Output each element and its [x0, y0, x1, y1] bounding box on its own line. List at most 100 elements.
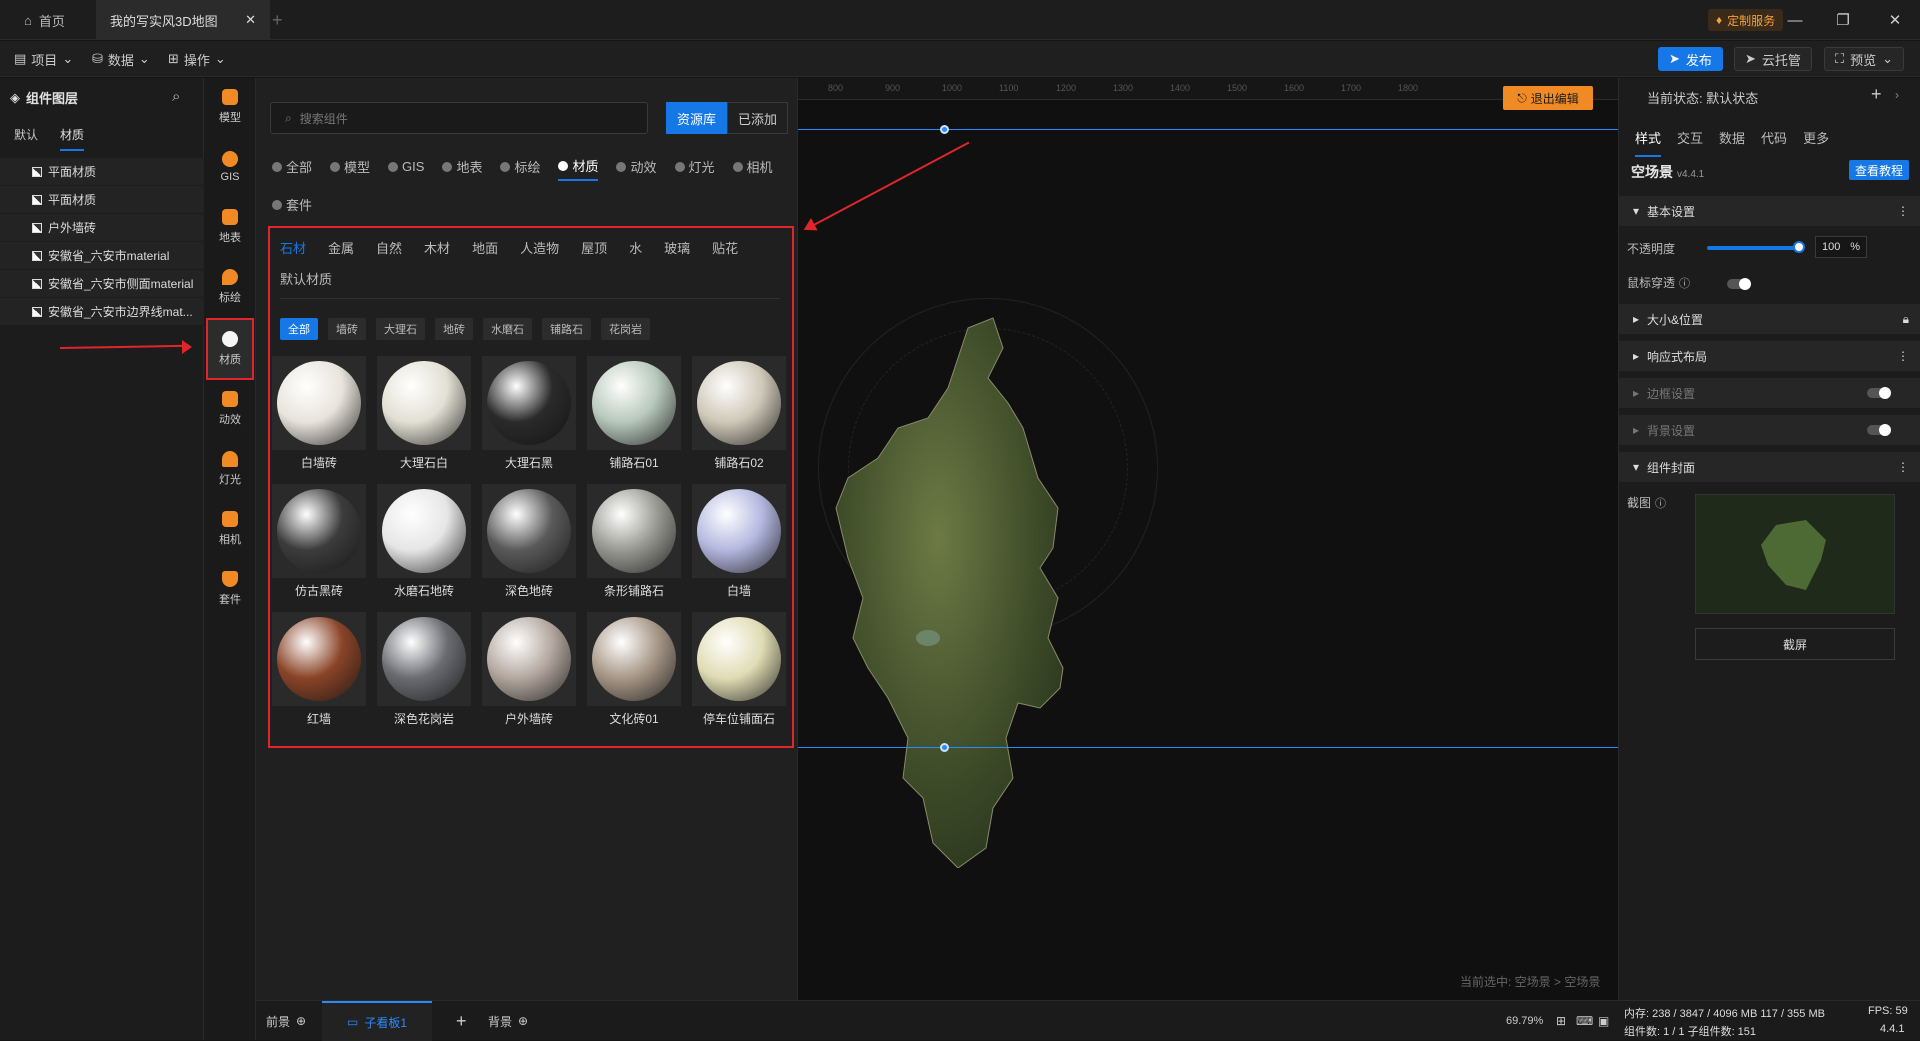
- rail-item-camera[interactable]: 相机: [204, 500, 256, 558]
- subtab-water[interactable]: 水: [629, 238, 642, 257]
- close-tab-icon[interactable]: ✕: [245, 12, 256, 28]
- subtab-metal[interactable]: 金属: [328, 238, 354, 257]
- material-card[interactable]: 仿古黑砖: [272, 484, 366, 602]
- rail-item-kit[interactable]: 套件: [204, 560, 256, 618]
- close-window-icon[interactable]: ✕: [1880, 8, 1910, 32]
- document-tab[interactable]: 我的写实风3D地图 ✕: [96, 0, 270, 40]
- chip-granite[interactable]: 花岗岩: [601, 318, 650, 340]
- subtab-stone[interactable]: 石材: [280, 238, 306, 257]
- preview-button[interactable]: ⛶ 预览 ⌄: [1824, 47, 1905, 71]
- material-card[interactable]: 铺路石01: [587, 356, 681, 474]
- category-light[interactable]: 灯光: [674, 156, 715, 181]
- custom-service-button[interactable]: ♦ 定制服务: [1708, 9, 1784, 31]
- rail-item-terrain[interactable]: 地表: [204, 198, 256, 256]
- operation-menu[interactable]: ⊞ 操作 ⌄: [168, 41, 226, 77]
- more-icon[interactable]: ⋮: [1897, 204, 1909, 218]
- resize-handle[interactable]: [940, 743, 949, 752]
- material-card[interactable]: 条形铺路石: [587, 484, 681, 602]
- subtab-roof[interactable]: 屋顶: [581, 238, 607, 257]
- subtab-default-material[interactable]: 默认材质: [280, 269, 332, 288]
- terminal-icon[interactable]: ▣: [1598, 1001, 1609, 1041]
- section-size-position[interactable]: ▸ 大小&位置 🔒︎: [1619, 304, 1920, 334]
- library-segment[interactable]: 资源库: [666, 102, 728, 134]
- layer-item[interactable]: 平面材质: [0, 158, 204, 186]
- category-gis[interactable]: GIS: [388, 156, 424, 181]
- category-kit[interactable]: 套件: [272, 195, 312, 218]
- category-model[interactable]: 模型: [330, 156, 370, 181]
- scene-canvas[interactable]: 800 900 1000 1100 1200 1300 1400 1500 1600 1700 18…: [798, 78, 1618, 1000]
- chip-wall-tile[interactable]: 墙砖: [328, 318, 366, 340]
- tab-style[interactable]: 样式: [1635, 128, 1662, 157]
- chip-paving-stone[interactable]: 铺路石: [542, 318, 591, 340]
- opacity-slider[interactable]: [1707, 246, 1797, 250]
- more-icon[interactable]: ⋮: [1897, 349, 1909, 363]
- help-icon[interactable]: ⓘ: [1679, 275, 1690, 291]
- opacity-input[interactable]: 100 %: [1815, 236, 1867, 258]
- chip-floor-tile[interactable]: 地砖: [435, 318, 473, 340]
- resize-handle[interactable]: [940, 125, 949, 134]
- help-icon[interactable]: ⓘ: [1655, 495, 1666, 511]
- keyboard-icon[interactable]: ⌨: [1576, 1001, 1593, 1041]
- material-card[interactable]: 水磨石地砖: [377, 484, 471, 602]
- material-card[interactable]: 红墙: [272, 612, 366, 730]
- mouse-through-toggle[interactable]: [1727, 278, 1751, 290]
- chip-marble[interactable]: 大理石: [376, 318, 425, 340]
- add-circle-icon[interactable]: ⊕: [296, 1014, 306, 1028]
- exit-edit-button[interactable]: ⎋ 退出编辑: [1503, 86, 1593, 110]
- background-toggle[interactable]: [1867, 424, 1891, 436]
- screenshot-button[interactable]: 截屏: [1695, 628, 1895, 660]
- material-card[interactable]: 白墙砖: [272, 356, 366, 474]
- category-marker[interactable]: 标绘: [500, 156, 540, 181]
- chip-terrazzo[interactable]: 水磨石: [483, 318, 532, 340]
- tab-more[interactable]: 更多: [1803, 128, 1829, 157]
- fit-screen-icon[interactable]: ⊞: [1556, 1001, 1566, 1041]
- category-camera[interactable]: 相机: [732, 156, 773, 181]
- material-card[interactable]: 大理石黑: [482, 356, 576, 474]
- opacity-slider-knob[interactable]: [1793, 241, 1805, 253]
- layer-item[interactable]: 安徽省_六安市侧面material: [0, 270, 204, 298]
- search-input[interactable]: ⌕ 搜索组件: [270, 102, 648, 134]
- material-card[interactable]: 停车位铺面石: [692, 612, 786, 730]
- layer-item[interactable]: 户外墙砖: [0, 214, 204, 242]
- rail-item-material[interactable]: 材质: [206, 318, 254, 380]
- rail-item-light[interactable]: 灯光: [204, 440, 256, 498]
- category-effect[interactable]: 动效: [616, 156, 657, 181]
- data-menu[interactable]: ⛁ 数据 ⌄: [92, 41, 150, 77]
- material-card[interactable]: 深色地砖: [482, 484, 576, 602]
- add-tab-icon[interactable]: +: [272, 10, 283, 31]
- rail-item-model[interactable]: 模型: [204, 78, 256, 136]
- section-responsive-layout[interactable]: ▸ 响应式布局 ⋮: [1619, 341, 1920, 371]
- rail-item-marker[interactable]: 标绘: [204, 258, 256, 316]
- category-all[interactable]: 全部: [272, 156, 312, 181]
- layer-item[interactable]: 安徽省_六安市material: [0, 242, 204, 270]
- category-material[interactable]: 材质: [558, 156, 599, 181]
- publish-button[interactable]: ➤ 发布: [1658, 47, 1723, 71]
- search-icon[interactable]: ⌕: [172, 88, 180, 105]
- layer-item[interactable]: 平面材质: [0, 186, 204, 214]
- material-card[interactable]: 户外墙砖: [482, 612, 576, 730]
- tab-interaction[interactable]: 交互: [1677, 128, 1703, 157]
- chevron-right-icon[interactable]: ›: [1895, 88, 1899, 102]
- project-menu[interactable]: ▤ 项目 ⌄: [14, 41, 73, 77]
- subtab-wood[interactable]: 木材: [424, 238, 450, 257]
- tab-foreground[interactable]: 前景 ⊕: [266, 1001, 306, 1041]
- subtab-nature[interactable]: 自然: [376, 238, 402, 257]
- lock-icon[interactable]: 🔒︎: [1903, 312, 1909, 327]
- tutorial-button[interactable]: 查看教程: [1849, 160, 1910, 180]
- tab-material[interactable]: 材质: [60, 126, 85, 151]
- add-state-icon[interactable]: +: [1871, 84, 1882, 105]
- category-terrain[interactable]: 地表: [442, 156, 482, 181]
- subtab-glass[interactable]: 玻璃: [664, 238, 690, 257]
- section-component-cover[interactable]: ▾ 组件封面 ⋮: [1619, 452, 1920, 482]
- material-card[interactable]: 大理石白: [377, 356, 471, 474]
- minimize-icon[interactable]: —: [1780, 8, 1810, 32]
- more-icon[interactable]: ⋮: [1897, 460, 1909, 474]
- material-card[interactable]: 文化砖01: [587, 612, 681, 730]
- material-card[interactable]: 白墙: [692, 484, 786, 602]
- section-basic-settings[interactable]: ▾ 基本设置 ⋮: [1619, 196, 1920, 226]
- chip-all[interactable]: 全部: [280, 318, 318, 340]
- material-card[interactable]: 深色花岗岩: [377, 612, 471, 730]
- add-board-icon[interactable]: +: [456, 1001, 467, 1041]
- rail-item-gis[interactable]: GIS: [204, 138, 256, 196]
- zoom-level[interactable]: 69.79%: [1506, 1001, 1543, 1041]
